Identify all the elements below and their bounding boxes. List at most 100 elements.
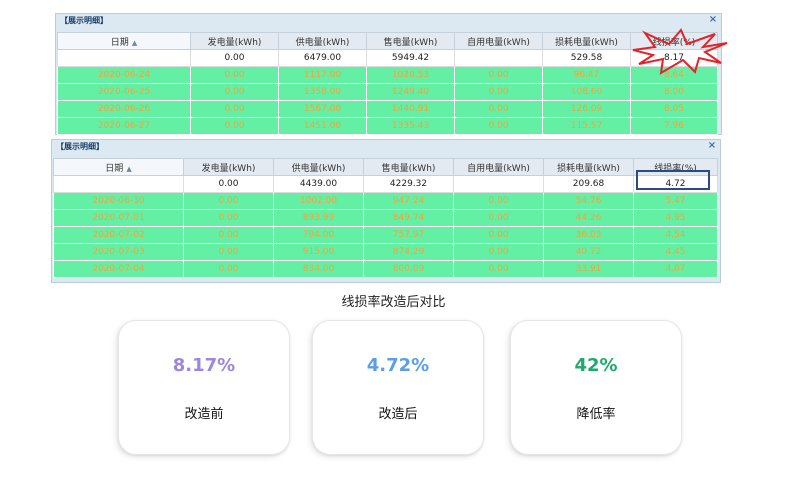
table-row[interactable]: 2020-06-25 0.00 1358.00 1249.40 0.00 108.60 8.…	[57, 83, 718, 101]
summary-row: 0.00 6479.00 5949.42 529.58 8.17	[57, 49, 718, 67]
table-cell: 0.00	[190, 66, 279, 84]
table-cell: 4.54	[633, 226, 718, 244]
table-cell: 1020.53	[366, 66, 455, 84]
table-row[interactable]: 2020-07-02 0.00 794.00 757.97 0.00 36.03 4.54	[53, 226, 718, 244]
column-header-date[interactable]: 日期 ▲	[53, 158, 184, 176]
column-header[interactable]: 售电量(kWh)	[363, 158, 454, 176]
table-cell: 0.00	[454, 83, 543, 101]
column-header[interactable]: 发电量(kWh)	[183, 158, 274, 176]
table-row[interactable]: 2020-07-04 0.00 834.00 800.09 0.00 33.91 4.07	[53, 260, 718, 278]
starburst-shape	[632, 28, 728, 75]
column-header[interactable]: 自用电量(kWh)	[453, 158, 544, 176]
table-cell: 8.00	[630, 83, 718, 101]
column-header-label: 损耗电量(kWh)	[555, 37, 618, 48]
column-header-label: 损耗电量(kWh)	[557, 163, 620, 174]
table-cell: 0.00	[454, 117, 543, 135]
detail-table-before: 日期 ▲ 发电量(kWh) 供电量(kWh) 售电量(kWh) 自用电量(kWh) 损耗电量…	[57, 32, 718, 135]
table-cell: 0.00	[453, 260, 544, 278]
table-row[interactable]: 2020-06-27 0.00 1451.00 1335.43 0.00 115.57 7.…	[57, 117, 718, 135]
card-value: 8.17%	[172, 355, 236, 376]
column-header[interactable]: 售电量(kWh)	[366, 32, 455, 50]
table-cell: 2020-06-27	[57, 117, 191, 135]
summary-cell	[453, 175, 544, 193]
column-header-label: 日期	[110, 37, 129, 48]
table-cell: 0.00	[453, 209, 544, 227]
card-label: 改造前	[184, 407, 224, 422]
table-cell: 40.72	[543, 243, 634, 261]
panel-title: 【展示明细】	[56, 142, 104, 151]
column-header-label: 日期	[105, 163, 124, 174]
column-header-label: 供电量(kWh)	[291, 163, 346, 174]
header-row: 日期 ▲ 发电量(kWh) 供电量(kWh) 售电量(kWh) 自用电量(kWh) 损耗电量…	[57, 32, 718, 50]
header-row: 日期 ▲ 发电量(kWh) 供电量(kWh) 售电量(kWh) 自用电量(kWh) 损耗电量…	[53, 158, 718, 176]
column-header-label: 售电量(kWh)	[383, 37, 438, 48]
table-cell: 874.29	[363, 243, 454, 261]
sort-ascending-icon: ▲	[126, 164, 132, 173]
table-cell: 4.45	[633, 243, 718, 261]
column-header[interactable]: 发电量(kWh)	[190, 32, 279, 50]
table-cell: 757.97	[363, 226, 454, 244]
table-cell: 2020-06-26	[57, 100, 191, 118]
column-header[interactable]: 损耗电量(kWh)	[542, 32, 631, 50]
column-header-label: 自用电量(kWh)	[467, 163, 530, 174]
close-icon[interactable]: ×	[707, 141, 717, 151]
table-cell: 4.95	[633, 209, 718, 227]
column-header-label: 供电量(kWh)	[295, 37, 350, 48]
table-row[interactable]: 2020-06-26 0.00 1567.00 1440.91 0.00 126.09 8.…	[57, 100, 718, 118]
table-cell: 0.00	[190, 117, 279, 135]
table-cell: 915.00	[273, 243, 364, 261]
table-cell: 849.74	[363, 209, 454, 227]
card-before: 8.17% 改造前	[118, 320, 290, 455]
table-cell: 2020-06-24	[57, 66, 191, 84]
column-header[interactable]: 供电量(kWh)	[278, 32, 367, 50]
table-cell: 1249.40	[366, 83, 455, 101]
starburst-highlight	[632, 28, 728, 75]
table-cell: 0.00	[183, 209, 274, 227]
table-cell: 0.00	[453, 226, 544, 244]
table-cell: 2020-07-04	[53, 260, 184, 278]
table-cell: 54.76	[543, 192, 634, 210]
column-header-label: 自用电量(kWh)	[467, 37, 530, 48]
card-label: 降低率	[576, 407, 616, 422]
table-cell: 2020-06-25	[57, 83, 191, 101]
table-cell: 2020-07-01	[53, 209, 184, 227]
summary-cell: 4439.00	[273, 175, 364, 193]
table-cell: 33.91	[543, 260, 634, 278]
table-cell: 800.09	[363, 260, 454, 278]
table-cell: 36.03	[543, 226, 634, 244]
table-row[interactable]: 2020-06-24 0.00 1117.00 1020.53 0.00 96.47 8.6…	[57, 66, 718, 84]
card-value: 42%	[574, 355, 618, 376]
table-cell: 0.00	[190, 100, 279, 118]
table-cell: 0.00	[454, 66, 543, 84]
table-row[interactable]: 2020-06-30 0.00 1002.00 947.24 0.00 54.76 5.47	[53, 192, 718, 210]
close-icon[interactable]: ×	[708, 15, 718, 25]
table-cell: 794.00	[273, 226, 364, 244]
summary-cell	[53, 175, 184, 193]
table-cell: 108.60	[542, 83, 631, 101]
column-header-label: 发电量(kWh)	[207, 37, 262, 48]
card-after: 4.72% 改造后	[312, 320, 484, 455]
table-cell: 0.00	[183, 260, 274, 278]
column-header[interactable]: 供电量(kWh)	[273, 158, 364, 176]
card-label: 改造后	[378, 407, 418, 422]
table-cell: 1335.43	[366, 117, 455, 135]
card-reduction: 42% 降低率	[510, 320, 682, 455]
table-cell: 5.47	[633, 192, 718, 210]
table-row[interactable]: 2020-07-03 0.00 915.00 874.29 0.00 40.72 4.45	[53, 243, 718, 261]
card-value: 4.72%	[366, 355, 430, 376]
table-cell: 4.07	[633, 260, 718, 278]
table-cell: 2020-06-30	[53, 192, 184, 210]
summary-cell: 5949.42	[366, 49, 455, 67]
column-header[interactable]: 损耗电量(kWh)	[543, 158, 634, 176]
table-cell: 947.24	[363, 192, 454, 210]
table-cell: 1002.00	[273, 192, 364, 210]
table-cell: 1440.91	[366, 100, 455, 118]
table-cell: 0.00	[453, 192, 544, 210]
table-cell: 115.57	[542, 117, 631, 135]
table-row[interactable]: 2020-07-01 0.00 893.99 849.74 0.00 44.26 4.95	[53, 209, 718, 227]
detail-table-after: 日期 ▲ 发电量(kWh) 供电量(kWh) 售电量(kWh) 自用电量(kWh) 损耗电量…	[53, 158, 718, 278]
column-header-date[interactable]: 日期 ▲	[57, 32, 191, 50]
column-header[interactable]: 自用电量(kWh)	[454, 32, 543, 50]
summary-cell: 0.00	[183, 175, 274, 193]
table-cell: 0.00	[183, 226, 274, 244]
